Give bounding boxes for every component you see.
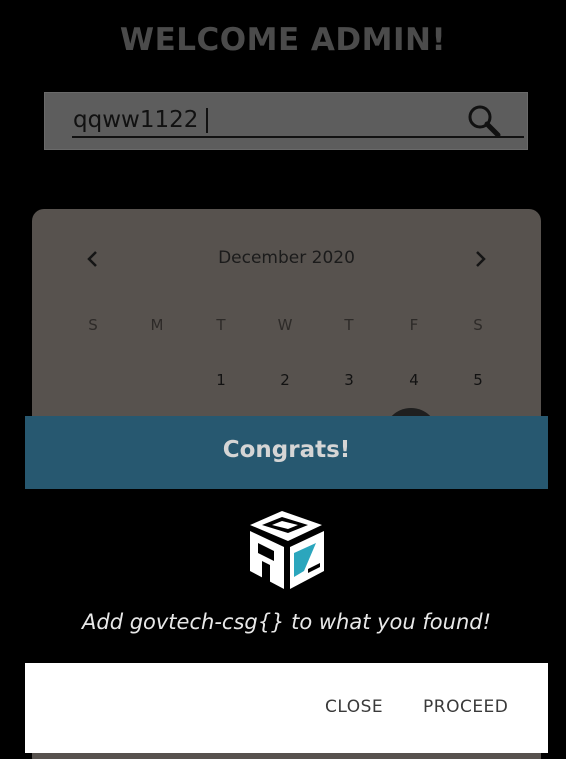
weekday-label: W xyxy=(277,316,293,334)
page-title: WELCOME ADMIN! xyxy=(119,22,447,58)
search-input[interactable] xyxy=(73,105,453,135)
stack-logo-icon xyxy=(244,509,328,591)
modal-header: Congrats! xyxy=(25,416,548,489)
calendar-date[interactable]: 1 xyxy=(189,371,253,389)
modal-message: Add govtech-csg{} to what you found! xyxy=(82,610,491,634)
search-bar xyxy=(44,92,528,150)
calendar-header: December 2020 xyxy=(32,245,541,275)
text-caret xyxy=(206,108,208,133)
weekday-label: S xyxy=(88,316,98,334)
weekday-label: T xyxy=(216,316,226,334)
calendar-date[interactable]: 5 xyxy=(446,371,510,389)
date-row: 1 2 3 4 5 xyxy=(60,371,511,393)
modal-actions: CLOSE PROCEED xyxy=(25,663,548,753)
modal-title: Congrats! xyxy=(222,437,351,463)
chevron-right-icon[interactable] xyxy=(465,245,495,275)
weekday-label: F xyxy=(409,316,419,334)
calendar-date[interactable]: 2 xyxy=(253,371,317,389)
weekday-label: T xyxy=(344,316,354,334)
weekday-label: M xyxy=(150,316,164,334)
modal-body: Add govtech-csg{} to what you found! xyxy=(25,489,548,663)
close-button[interactable]: CLOSE xyxy=(325,697,383,717)
calendar-date[interactable]: 3 xyxy=(317,371,381,389)
proceed-button[interactable]: PROCEED xyxy=(423,697,508,717)
search-underline xyxy=(72,136,524,138)
weekday-label: S xyxy=(473,316,483,334)
calendar-date[interactable]: 4 xyxy=(382,371,446,389)
page: WELCOME ADMIN! December 2020 xyxy=(0,0,566,759)
search-icon[interactable] xyxy=(465,103,505,139)
weekday-row: S M T W T F S xyxy=(60,316,511,338)
